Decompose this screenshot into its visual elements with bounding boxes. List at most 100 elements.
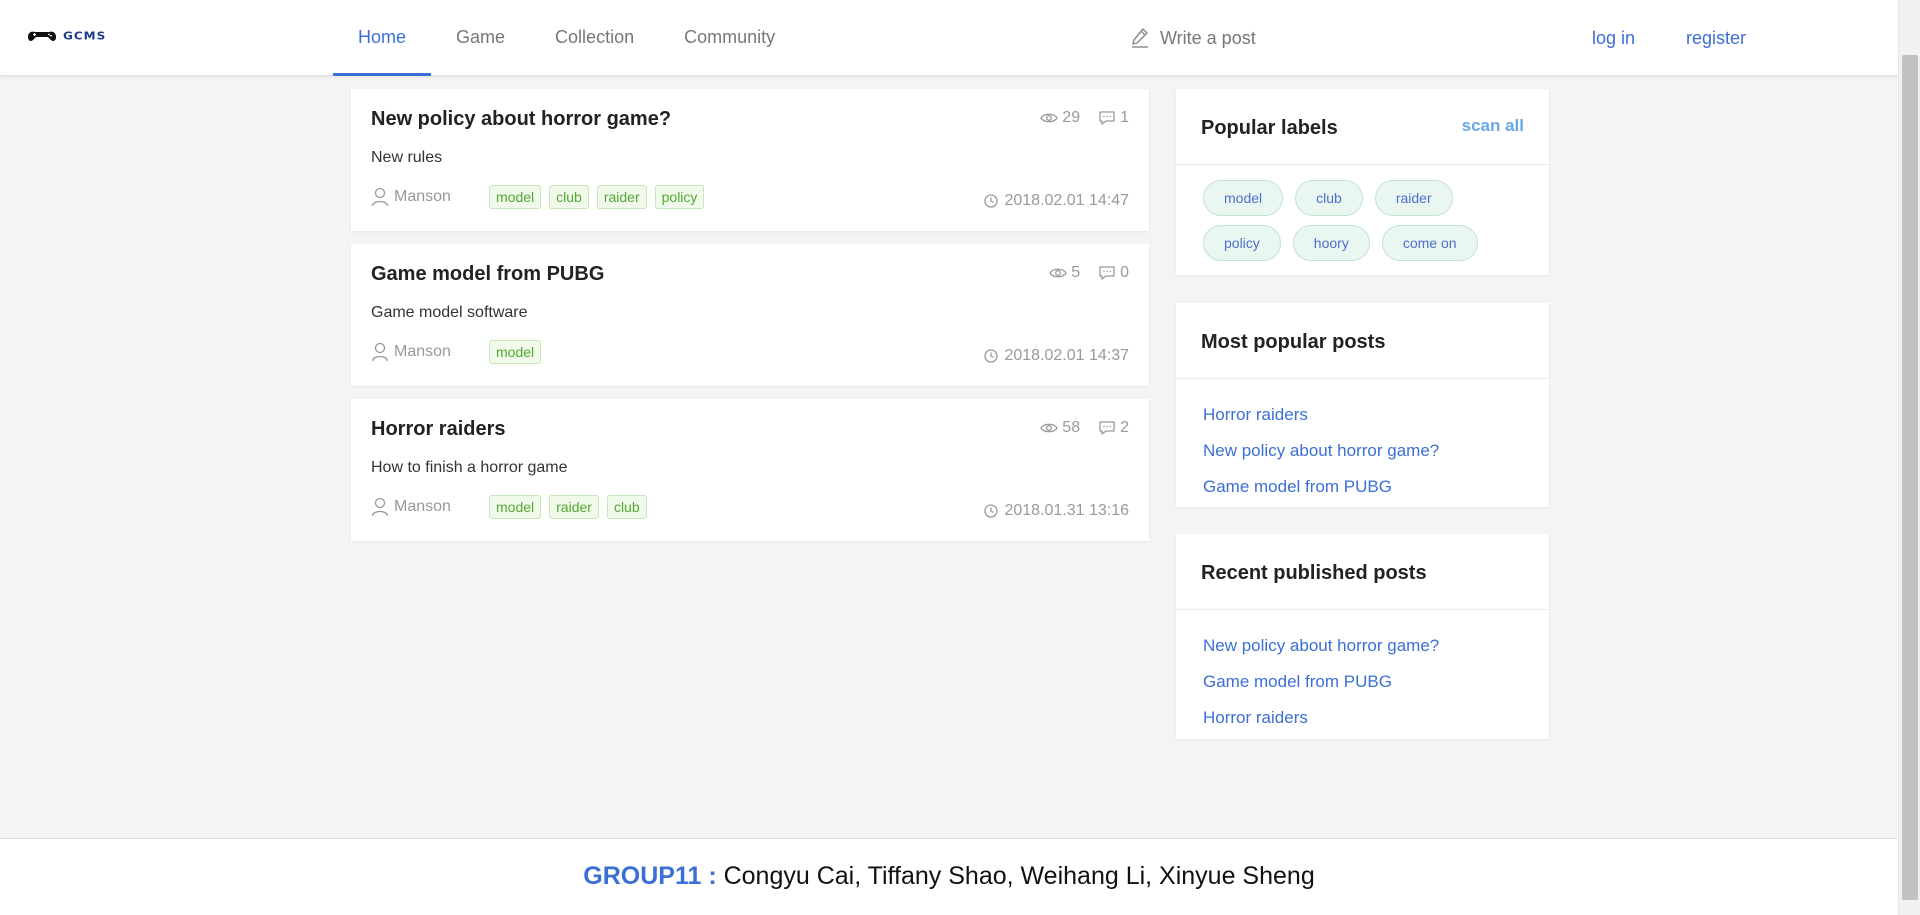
login-link[interactable]: log in	[1592, 0, 1635, 76]
view-count-value: 5	[1071, 264, 1081, 281]
comment-icon	[1099, 111, 1115, 125]
clock-icon	[984, 349, 999, 363]
label-pill[interactable]: model	[1203, 180, 1284, 216]
post-tag[interactable]: model	[489, 185, 542, 209]
post-date-value: 2018.02.01 14:47	[1004, 192, 1129, 209]
group-label: GROUP11 :	[583, 862, 717, 890]
gamepad-logo-icon	[28, 31, 56, 41]
site-logo[interactable]: GCMS	[25, 28, 106, 44]
scan-all-link[interactable]: scan all	[1462, 116, 1524, 136]
label-list: model club raider policy hoory come on	[1176, 165, 1549, 270]
post-author[interactable]: Manson	[371, 342, 489, 362]
post-tag[interactable]: policy	[654, 185, 705, 209]
panel-title: Recent published posts	[1201, 562, 1427, 584]
post-title[interactable]: Horror raiders	[371, 418, 506, 441]
author-name: Manson	[394, 343, 451, 360]
author-name: Manson	[394, 498, 451, 515]
post-date: 2018.01.31 13:16	[984, 502, 1129, 520]
eye-icon	[1040, 113, 1059, 123]
eye-icon	[1049, 268, 1067, 278]
view-count: 29	[1040, 109, 1080, 127]
post-link[interactable]: Horror raiders	[1203, 397, 1549, 433]
post-date-value: 2018.02.01 14:37	[1004, 347, 1129, 364]
comment-icon	[1099, 266, 1115, 280]
panel-title: Popular labels	[1201, 117, 1338, 139]
label-pill[interactable]: come on	[1381, 225, 1478, 261]
comment-count-value: 2	[1120, 419, 1129, 436]
footer: GROUP11 : Congyu Cai, Tiffany Shao, Weih…	[0, 838, 1898, 915]
post-tag[interactable]: model	[489, 495, 542, 519]
comment-count-value: 1	[1120, 109, 1129, 126]
pencil-icon	[1132, 28, 1148, 48]
user-icon	[371, 187, 389, 207]
nav-game[interactable]: Game	[431, 0, 530, 76]
post-link[interactable]: Game model from PUBG	[1203, 664, 1549, 700]
post-author[interactable]: Manson	[371, 497, 489, 517]
panel-header: Recent published posts	[1176, 534, 1549, 610]
view-count-value: 29	[1062, 109, 1081, 126]
post-card[interactable]: Game model from PUBG 5 0 Game model soft…	[351, 244, 1149, 386]
label-pill[interactable]: policy	[1203, 225, 1281, 261]
post-link[interactable]: New policy about horror game?	[1203, 433, 1549, 469]
post-stats: 29 1	[1022, 109, 1129, 127]
panel-header: Most popular posts	[1176, 303, 1549, 379]
post-stats: 58 2	[1022, 419, 1129, 437]
label-pill[interactable]: club	[1295, 180, 1363, 216]
post-title[interactable]: New policy about horror game?	[371, 108, 671, 131]
post-card[interactable]: Horror raiders 58 2 How to finish a horr…	[351, 399, 1149, 541]
write-post-button[interactable]: Write a post	[1130, 0, 1256, 76]
post-description: New rules	[371, 149, 443, 166]
post-meta: Manson model club raider policy	[371, 185, 712, 209]
register-link[interactable]: register	[1686, 0, 1746, 76]
nav-community[interactable]: Community	[659, 0, 800, 76]
top-navbar: GCMS Home Game Collection Community Writ…	[0, 0, 1898, 76]
post-title[interactable]: Game model from PUBG	[371, 263, 604, 286]
nav-collection[interactable]: Collection	[530, 0, 659, 76]
comment-count: 0	[1098, 264, 1129, 282]
comment-count-value: 0	[1120, 264, 1129, 281]
post-tag[interactable]: raider	[549, 495, 599, 519]
post-meta: Manson model raider club	[371, 495, 655, 519]
logo-text: GCMS	[63, 29, 107, 43]
post-description: How to finish a horror game	[371, 459, 568, 476]
post-meta: Manson model	[371, 340, 549, 364]
panel-title: Most popular posts	[1201, 331, 1386, 353]
post-tags: model raider club	[489, 495, 655, 519]
post-tags: model club raider policy	[489, 185, 712, 209]
post-link[interactable]: Game model from PUBG	[1203, 469, 1549, 505]
post-tag[interactable]: club	[549, 185, 589, 209]
author-name: Manson	[394, 188, 451, 205]
clock-icon	[984, 504, 999, 518]
scrollbar-thumb[interactable]	[1902, 55, 1918, 900]
clock-icon	[984, 194, 999, 208]
post-link[interactable]: Horror raiders	[1203, 700, 1549, 736]
post-link[interactable]: New policy about horror game?	[1203, 628, 1549, 664]
page-scrollbar[interactable]	[1898, 0, 1920, 915]
post-tag[interactable]: model	[489, 340, 542, 364]
comment-count: 2	[1098, 419, 1129, 437]
view-count: 5	[1049, 264, 1080, 282]
group-members: Congyu Cai, Tiffany Shao, Weihang Li, Xi…	[723, 862, 1315, 890]
main-nav: Home Game Collection Community	[333, 0, 800, 76]
post-date: 2018.02.01 14:37	[984, 347, 1129, 365]
post-author[interactable]: Manson	[371, 187, 489, 207]
label-pill[interactable]: hoory	[1292, 225, 1370, 261]
post-tag[interactable]: club	[606, 495, 647, 519]
comment-count: 1	[1098, 109, 1129, 127]
post-link-list: Horror raiders New policy about horror g…	[1176, 379, 1549, 505]
post-stats: 5 0	[1031, 264, 1129, 282]
write-post-label: Write a post	[1160, 27, 1256, 48]
most-popular-panel: Most popular posts Horror raiders New po…	[1176, 303, 1549, 507]
panel-header: Popular labels scan all	[1176, 89, 1549, 165]
user-icon	[371, 497, 389, 517]
view-count: 58	[1040, 419, 1080, 437]
nav-home[interactable]: Home	[333, 0, 432, 76]
post-tag[interactable]: raider	[596, 185, 647, 209]
post-date: 2018.02.01 14:47	[984, 192, 1129, 210]
view-count-value: 58	[1062, 419, 1081, 436]
user-icon	[371, 342, 389, 362]
recent-posts-panel: Recent published posts New policy about …	[1176, 534, 1549, 739]
label-pill[interactable]: raider	[1374, 180, 1453, 216]
eye-icon	[1040, 423, 1059, 433]
post-card[interactable]: New policy about horror game? 29 1 New r…	[351, 89, 1149, 231]
